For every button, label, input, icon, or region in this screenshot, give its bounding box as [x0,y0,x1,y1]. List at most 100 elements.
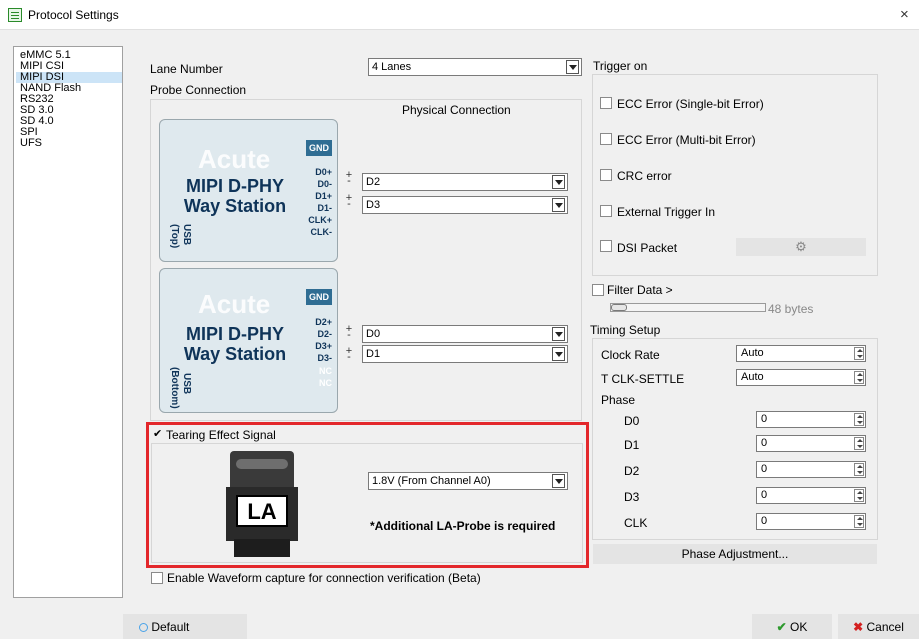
phase-value: 0 [761,515,768,527]
close-icon[interactable]: × [900,6,909,23]
gnd-pin-label: GND [306,140,332,156]
probe-bottom-title-2: Way Station [183,344,287,364]
probe-bottom-title-1: MIPI D-PHY [185,324,284,344]
app-icon [8,8,22,22]
lane-select-value: D0 [366,328,381,340]
phase-spinner[interactable]: 0 [756,487,866,504]
phase-value: 0 [761,489,768,501]
ok-button-label: OK [790,620,808,634]
spinner-arrows-icon[interactable] [854,413,864,426]
spinner-arrows-icon[interactable] [854,347,864,360]
trigger-item-label: ECC Error (Single-bit Error) [617,97,764,111]
lane-number-value: 4 Lanes [372,61,412,73]
slider-thumb[interactable] [611,304,627,311]
phase-value: 0 [761,413,768,425]
trigger-item-label: DSI Packet [617,241,678,255]
protocol-list[interactable]: eMMC 5.1 MIPI CSI MIPI DSI NAND Flash RS… [13,46,123,598]
trigger-checkbox[interactable] [600,169,612,181]
cancel-button-label: Cancel [866,620,904,634]
trigger-checkbox[interactable] [600,133,612,145]
chevron-down-icon[interactable] [552,198,565,212]
usb-position-label: (Bottom) [169,367,180,409]
clock-rate-spinner[interactable]: Auto [736,345,866,362]
filter-data-checkbox[interactable] [592,284,604,296]
waveform-capture-checkbox[interactable] [151,572,163,584]
spinner-arrows-icon[interactable] [854,515,864,528]
spinner-arrows-icon[interactable] [854,489,864,502]
lane-number-select[interactable]: 4 Lanes [368,58,582,76]
trigger-on-label: Trigger on [593,59,648,73]
clock-rate-label: Clock Rate [601,348,660,362]
voltage-value: 1.8V (From Channel A0) [372,475,491,487]
cancel-button[interactable]: ✖ Cancel [838,614,919,639]
phase-spinner[interactable]: 0 [756,461,866,478]
pin-label: D2- [317,329,332,339]
probe-connection-label: Probe Connection [150,83,247,97]
pin-label: D2+ [315,317,332,327]
filter-size-value: 48 bytes [768,302,814,316]
phase-spinner[interactable]: 0 [756,411,866,428]
trigger-item-label: External Trigger In [617,205,716,219]
chevron-down-icon[interactable] [552,347,565,361]
default-button[interactable]: Default [123,614,247,639]
tearing-effect-label: Tearing Effect Signal [166,428,276,442]
lane-select-top-1[interactable]: D2 [362,173,568,191]
filter-size-slider[interactable] [610,303,766,312]
trigger-checkbox[interactable] [600,240,612,252]
phase-adjustment-button[interactable]: Phase Adjustment... [593,544,877,564]
phase-lane-label: D0 [624,414,640,428]
trigger-checkbox[interactable] [600,205,612,217]
lane-select-bottom-2[interactable]: D1 [362,345,568,363]
trigger-item-label: ECC Error (Multi-bit Error) [617,133,756,147]
pin-label: D3+ [315,341,332,351]
timing-setup-label: Timing Setup [590,323,661,337]
polarity-marker: - [347,198,351,210]
chevron-down-icon[interactable] [552,327,565,341]
window-title: Protocol Settings [28,8,119,22]
acute-brand-logo: Acute [198,289,271,319]
pin-label-nc: NC [319,378,332,388]
spinner-arrows-icon[interactable] [854,463,864,476]
physical-connection-label: Physical Connection [402,103,511,117]
pin-label: D0+ [315,167,332,177]
spinner-arrows-icon[interactable] [854,371,864,384]
probe-top-title-2: Way Station [183,196,287,216]
pin-label: D1+ [315,191,332,201]
pin-label: D0- [317,179,332,189]
polarity-marker: - [347,329,351,341]
lane-select-top-2[interactable]: D3 [362,196,568,214]
phase-spinner[interactable]: 0 [756,513,866,530]
dsi-packet-settings-button[interactable]: ⚙ [736,238,866,256]
gear-icon: ⚙ [795,239,807,254]
phase-label: Phase [601,393,636,407]
phase-value: 0 [761,437,768,449]
usb-label: USB [181,224,192,246]
voltage-select[interactable]: 1.8V (From Channel A0) [368,472,568,490]
chevron-down-icon[interactable] [566,60,579,74]
close-x-icon: ✖ [853,620,864,634]
tclk-settle-spinner[interactable]: Auto [736,369,866,386]
protocol-item[interactable]: UFS [16,138,122,149]
phase-lane-label: D3 [624,490,640,504]
tearing-effect-checkbox[interactable] [152,427,164,441]
waveform-capture-label: Enable Waveform capture for connection v… [167,571,481,585]
tearing-effect-group [151,443,583,563]
chevron-down-icon[interactable] [552,175,565,189]
phase-lane-label: D2 [624,464,640,478]
phase-value: 0 [761,463,768,475]
pin-label: CLK+ [308,215,332,225]
pin-label: D3- [317,353,332,363]
ok-button[interactable]: ✔ OK [752,614,832,639]
probe-bottom-card: Acute MIPI D-PHY Way Station USB (Bottom… [159,268,338,413]
phase-spinner[interactable]: 0 [756,435,866,452]
lane-select-bottom-1[interactable]: D0 [362,325,568,343]
probe-top-card: Acute MIPI D-PHY Way Station USB (Top) G… [159,119,338,262]
la-badge: LA [236,495,288,527]
spinner-arrows-icon[interactable] [854,437,864,450]
chevron-down-icon[interactable] [552,474,565,488]
gnd-pin-label: GND [306,289,332,305]
trigger-checkbox[interactable] [600,97,612,109]
default-button-label: Default [151,620,190,634]
lane-select-value: D3 [366,199,381,211]
pin-label: D1- [317,203,332,213]
